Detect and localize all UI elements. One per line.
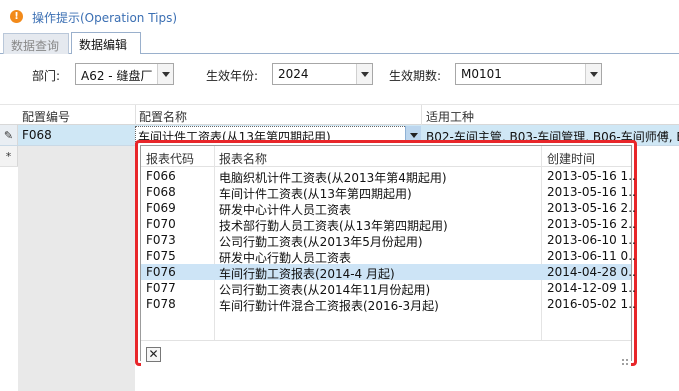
- list-item[interactable]: F070 技术部行勤人员工资表(从13年第四期起用) 2013-05-16 2.…: [141, 216, 637, 233]
- column-header-report-code[interactable]: 报表代码: [146, 150, 194, 167]
- list-item[interactable]: F069 研发中心计件人员工资表 2013-05-16 2...: [141, 200, 637, 217]
- column-header-job-types[interactable]: 适用工种: [426, 108, 474, 125]
- close-icon[interactable]: ✕: [146, 347, 161, 362]
- report-lookup-popup: 报表代码 报表名称 创建时间 F066 电脑织机计件工资表(从2013年第4期起…: [135, 140, 637, 368]
- column-divider[interactable]: [421, 105, 422, 126]
- report-created: 2016-05-02 1...: [547, 297, 637, 311]
- period-select[interactable]: M0101: [455, 63, 602, 85]
- report-code: F068: [146, 185, 176, 199]
- new-row-icon: *: [0, 146, 18, 166]
- tab-strip: 数据查询 数据编辑: [0, 31, 679, 54]
- report-name: 车间行勤计件混合工资报表(2016-3月起): [219, 299, 439, 313]
- report-code: F070: [146, 217, 176, 231]
- list-item[interactable]: F073 公司行勤工资表(从2013年5月份起用) 2013-06-10 1..…: [141, 232, 637, 249]
- filter-row: 部门: A62 - 缝盘厂 生效年份: 2024 生效期数: M0101: [0, 54, 679, 98]
- report-code: F078: [146, 297, 176, 311]
- column-divider[interactable]: [135, 105, 136, 126]
- report-created: 2013-06-11 0...: [547, 249, 637, 263]
- popup-rows: F066 电脑织机计件工资表(从2013年第4期起用) 2013-05-16 1…: [141, 168, 637, 314]
- list-item[interactable]: F066 电脑织机计件工资表(从2013年第4期起用) 2013-05-16 1…: [141, 168, 637, 185]
- report-created: 2013-06-10 1...: [547, 233, 637, 247]
- chevron-down-icon[interactable]: [157, 64, 173, 84]
- list-item-selected[interactable]: F076 车间行勤工资报表(2014-4 月起) 2014-04-28 0...: [141, 264, 637, 281]
- dept-value: A62 - 缝盘厂: [81, 69, 153, 83]
- list-item[interactable]: F078 车间行勤计件混合工资报表(2016-3月起) 2016-05-02 1…: [141, 296, 637, 313]
- report-lookup-list: 报表代码 报表名称 创建时间 F066 电脑织机计件工资表(从2013年第4期起…: [140, 145, 637, 368]
- report-created: 2013-05-16 2...: [547, 217, 637, 231]
- chevron-down-icon[interactable]: [356, 64, 372, 84]
- report-created: 2014-04-28 0...: [547, 265, 637, 279]
- year-value: 2024: [278, 67, 309, 81]
- year-label: 生效年份:: [206, 69, 259, 83]
- column-header-config-name[interactable]: 配置名称: [139, 108, 187, 125]
- report-code: F076: [146, 265, 176, 279]
- report-created: 2013-05-16 2...: [547, 201, 637, 215]
- list-item[interactable]: F077 公司行勤工资表(从2014年11月份起用) 2014-12-09 1.…: [141, 280, 637, 297]
- edit-pencil-icon: ✎: [0, 125, 18, 145]
- operation-tips-bar: ! 操作提示(Operation Tips): [0, 0, 679, 31]
- chevron-down-icon[interactable]: [585, 64, 601, 84]
- report-code: F077: [146, 281, 176, 295]
- column-header-config-code[interactable]: 配置编号: [22, 108, 70, 125]
- report-created: 2014-12-09 1...: [547, 281, 637, 295]
- period-value: M0101: [461, 67, 502, 81]
- column-header-report-name[interactable]: 报表名称: [219, 150, 267, 167]
- tab-data-edit[interactable]: 数据编辑: [71, 32, 141, 54]
- popup-footer: ✕: [141, 340, 631, 368]
- operation-tips-label[interactable]: 操作提示(Operation Tips): [32, 9, 177, 26]
- report-code: F073: [146, 233, 176, 247]
- column-header-created-time[interactable]: 创建时间: [547, 150, 595, 167]
- report-code: F075: [146, 249, 176, 263]
- warning-icon: !: [10, 10, 23, 23]
- dept-select[interactable]: A62 - 缝盘厂: [75, 63, 174, 85]
- year-select[interactable]: 2024: [272, 63, 373, 85]
- list-item[interactable]: F075 研发中心行勤人员工资表 2013-06-11 0...: [141, 248, 637, 265]
- grid-header: 配置编号 配置名称 适用工种: [0, 104, 679, 126]
- list-item[interactable]: F068 车间计件工资表(从13年第四期起用) 2013-05-16 1...: [141, 184, 637, 201]
- grid-empty-area: [18, 146, 135, 391]
- period-label: 生效期数:: [389, 69, 442, 83]
- report-code: F069: [146, 201, 176, 215]
- resize-grip-icon[interactable]: [621, 358, 629, 366]
- report-created: 2013-05-16 1...: [547, 185, 637, 199]
- report-created: 2013-05-16 1...: [547, 169, 637, 183]
- cell-config-code[interactable]: F068: [22, 128, 52, 142]
- dept-label: 部门:: [32, 69, 61, 83]
- report-code: F066: [146, 169, 176, 183]
- tab-data-query[interactable]: 数据查询: [3, 33, 69, 54]
